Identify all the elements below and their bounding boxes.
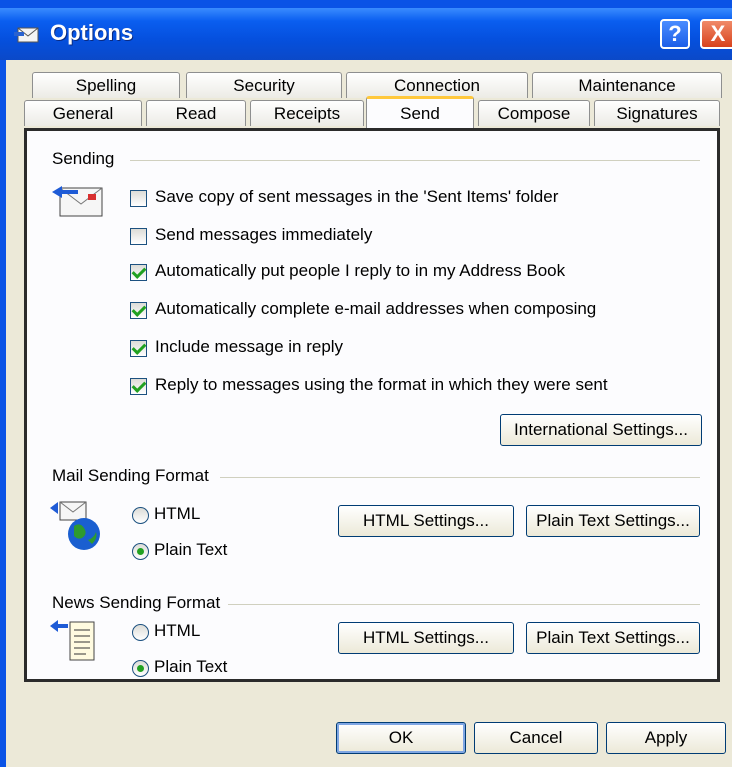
reply-format-label[interactable]: Reply to messages using the format in wh…: [155, 375, 608, 395]
tab-general[interactable]: General: [24, 100, 142, 126]
title-bar[interactable]: Options ? X: [0, 8, 732, 60]
close-button[interactable]: X: [700, 19, 732, 49]
auto-complete-label[interactable]: Automatically complete e-mail addresses …: [155, 299, 596, 319]
mail-plain-text-label[interactable]: Plain Text: [154, 540, 227, 560]
tab-receipts[interactable]: Receipts: [250, 100, 364, 126]
news-html-label[interactable]: HTML: [154, 621, 200, 641]
tab-security[interactable]: Security: [186, 72, 342, 98]
save-copy-checkbox[interactable]: [130, 190, 147, 207]
mail-html-label[interactable]: HTML: [154, 504, 200, 524]
mail-app-icon: [14, 27, 39, 43]
reply-format-checkbox[interactable]: [130, 378, 147, 395]
ok-button[interactable]: OK: [336, 722, 466, 754]
international-settings-button[interactable]: International Settings...: [500, 414, 702, 446]
send-immediately-checkbox[interactable]: [130, 228, 147, 245]
tab-signatures[interactable]: Signatures: [594, 100, 720, 126]
news-plain-text-label[interactable]: Plain Text: [154, 657, 227, 677]
news-html-radio[interactable]: [132, 624, 149, 641]
tab-connection[interactable]: Connection: [346, 72, 528, 98]
auto-address-book-checkbox[interactable]: [130, 264, 147, 281]
sending-group-title: Sending: [52, 149, 123, 169]
mail-html-settings-button[interactable]: HTML Settings...: [338, 505, 514, 537]
mail-plain-text-settings-button[interactable]: Plain Text Settings...: [526, 505, 700, 537]
tab-spelling[interactable]: Spelling: [32, 72, 180, 98]
apply-button[interactable]: Apply: [606, 722, 726, 754]
globe-mail-icon: [50, 501, 100, 550]
send-mail-icon: [52, 186, 103, 217]
tab-compose[interactable]: Compose: [478, 100, 590, 126]
auto-address-book-label[interactable]: Automatically put people I reply to in m…: [155, 261, 565, 281]
news-format-title: News Sending Format: [52, 593, 229, 613]
include-message-label[interactable]: Include message in reply: [155, 337, 343, 357]
sending-divider: [130, 160, 700, 161]
tab-send[interactable]: Send: [366, 96, 474, 128]
news-html-settings-button[interactable]: HTML Settings...: [338, 622, 514, 654]
help-button[interactable]: ?: [660, 19, 690, 49]
window-title: Options: [50, 20, 134, 45]
save-copy-label[interactable]: Save copy of sent messages in the 'Sent …: [155, 187, 558, 207]
mail-html-radio[interactable]: [132, 507, 149, 524]
mail-format-divider: [220, 477, 700, 478]
tab-read[interactable]: Read: [146, 100, 246, 126]
news-document-icon: [50, 620, 95, 661]
news-plain-text-radio[interactable]: [132, 660, 149, 677]
tab-maintenance[interactable]: Maintenance: [532, 72, 722, 98]
mail-format-title: Mail Sending Format: [52, 466, 217, 486]
news-plain-text-settings-button[interactable]: Plain Text Settings...: [526, 622, 700, 654]
include-message-checkbox[interactable]: [130, 340, 147, 357]
send-immediately-label[interactable]: Send messages immediately: [155, 225, 372, 245]
mail-plain-text-radio[interactable]: [132, 543, 149, 560]
cancel-button[interactable]: Cancel: [474, 722, 598, 754]
news-format-divider: [226, 604, 700, 605]
auto-complete-checkbox[interactable]: [130, 302, 147, 319]
options-window: Options ? X Spelling Security Connection…: [0, 0, 732, 767]
